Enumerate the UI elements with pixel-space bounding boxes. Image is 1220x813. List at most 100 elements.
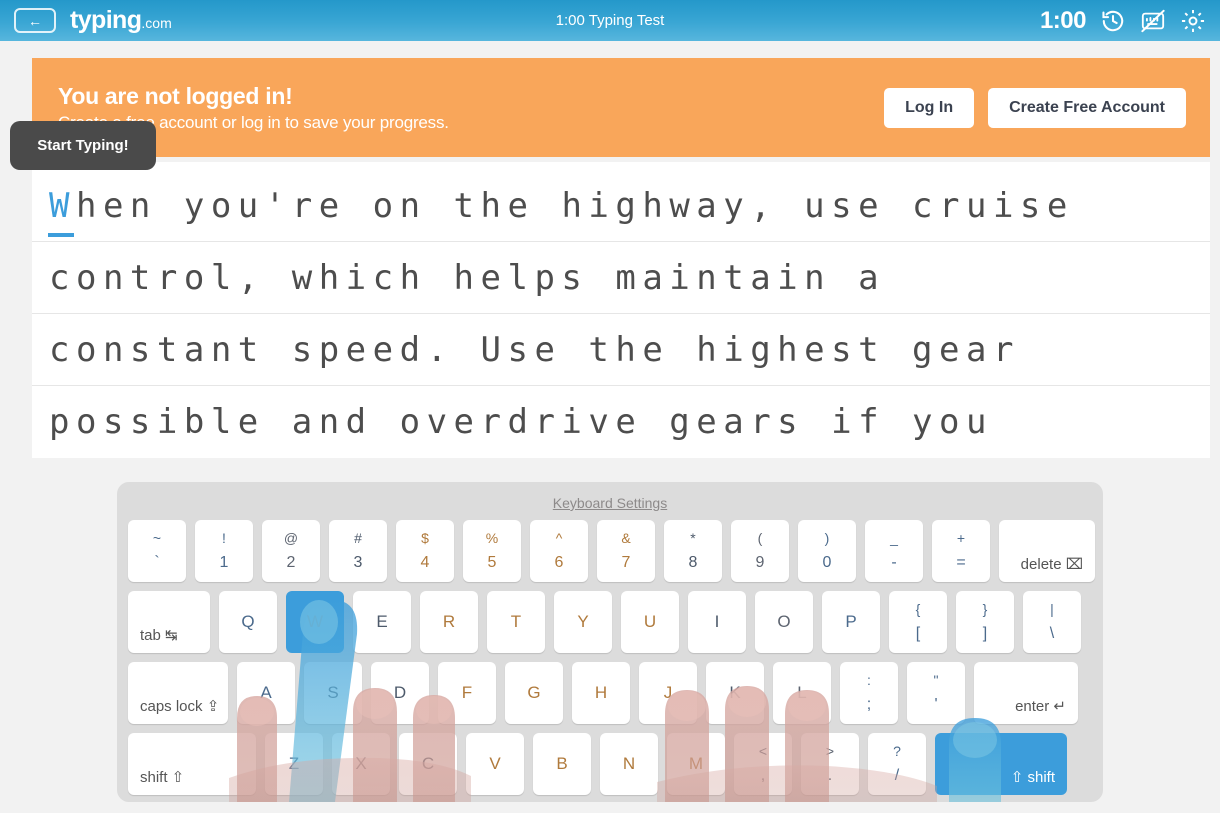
key-[interactable]: <,	[734, 733, 792, 795]
key-tab-label: tab ↹	[140, 627, 178, 644]
key-shift-left[interactable]: shift ⇧	[128, 733, 256, 795]
banner-actions: Log In Create Free Account	[884, 87, 1186, 128]
key-v[interactable]: V	[466, 733, 524, 795]
key-a[interactable]: A	[237, 662, 295, 724]
key-[interactable]: :;	[840, 662, 898, 724]
key-[interactable]: ? /	[868, 733, 926, 795]
key-top-label: &	[621, 530, 631, 546]
key-[interactable]: " '	[907, 662, 965, 724]
settings-icon[interactable]	[1180, 8, 1206, 34]
key-bottom-label: ;	[866, 696, 872, 713]
key-top-label: +	[956, 530, 966, 546]
key-k[interactable]: K	[706, 662, 764, 724]
key-bottom-label: ,	[760, 767, 766, 784]
key-6[interactable]: ^ 6	[530, 520, 588, 582]
key-r[interactable]: R	[420, 591, 478, 653]
key-m[interactable]: M	[667, 733, 725, 795]
key-[interactable]: >.	[801, 733, 859, 795]
key-x[interactable]: X	[332, 733, 390, 795]
key-g[interactable]: G	[505, 662, 563, 724]
history-icon[interactable]	[1100, 8, 1126, 34]
key-top-label: <	[758, 743, 768, 759]
key-label: K	[729, 683, 741, 702]
key-label: H	[594, 683, 608, 702]
key-b[interactable]: B	[533, 733, 591, 795]
key-top-label: %	[485, 530, 499, 546]
back-button[interactable]: ←	[14, 8, 56, 33]
key-[interactable]: | \	[1023, 591, 1081, 653]
typing-text-card[interactable]: When you're on the highway, use cruise c…	[32, 162, 1210, 458]
key-bottom-label: 5	[487, 554, 497, 571]
keyboard-row-bottom: shift ⇧ Z X C V B N M <, >.? / ⇧ shift	[117, 733, 1103, 802]
log-in-button[interactable]: Log In	[884, 87, 975, 128]
key-w[interactable]: W	[286, 591, 344, 653]
key-shift-left-label: shift ⇧	[140, 769, 185, 786]
key-z[interactable]: Z	[265, 733, 323, 795]
create-free-account-button[interactable]: Create Free Account	[988, 87, 1186, 128]
key-0[interactable]: ) 0	[798, 520, 856, 582]
key-[interactable]: {[	[889, 591, 947, 653]
keyboard-settings-link[interactable]: Keyboard Settings	[117, 490, 1103, 520]
key-t[interactable]: T	[487, 591, 545, 653]
key-top-label: $	[421, 530, 429, 546]
key-bottom-label: 8	[688, 554, 698, 571]
key-bottom-label: 1	[219, 554, 229, 571]
keyboard-row-numbers: ~ `! 1 @2 #3 $4% 5 ^ 6 & 7 * 8(9) 0 _ - + = delete ⌧	[117, 520, 1103, 591]
key-i[interactable]: I	[688, 591, 746, 653]
key-[interactable]: _ -	[865, 520, 923, 582]
key-d[interactable]: D	[371, 662, 429, 724]
key-bottom-label: 9	[755, 554, 765, 571]
key-f[interactable]: F	[438, 662, 496, 724]
key-bottom-label: 7	[621, 554, 631, 571]
key-3[interactable]: #3	[329, 520, 387, 582]
key-top-label: )	[824, 530, 830, 546]
key-4[interactable]: $4	[396, 520, 454, 582]
typing-line: When you're on the highway, use cruise	[32, 170, 1210, 242]
countdown-timer: 1:00	[1039, 6, 1087, 34]
key-o[interactable]: O	[755, 591, 813, 653]
key-label: J	[663, 683, 673, 702]
keyboard-off-icon[interactable]	[1140, 8, 1166, 34]
key-label: G	[527, 683, 541, 702]
key-h[interactable]: H	[572, 662, 630, 724]
key-delete[interactable]: delete ⌧	[999, 520, 1095, 582]
key-label: A	[260, 683, 272, 702]
key-8[interactable]: * 8	[664, 520, 722, 582]
key-label: W	[306, 612, 324, 631]
key-2[interactable]: @2	[262, 520, 320, 582]
key-tab[interactable]: tab ↹	[128, 591, 210, 653]
key-n[interactable]: N	[600, 733, 658, 795]
key-q[interactable]: Q	[219, 591, 277, 653]
key-5[interactable]: % 5	[463, 520, 521, 582]
key-7[interactable]: & 7	[597, 520, 655, 582]
typing-line: constant speed. Use the highest gear	[32, 314, 1210, 386]
key-e[interactable]: E	[353, 591, 411, 653]
key-s[interactable]: S	[304, 662, 362, 724]
key-caps-lock[interactable]: caps lock ⇪	[128, 662, 228, 724]
key-bottom-label: 6	[554, 554, 564, 571]
key-label: Z	[288, 754, 300, 773]
key-[interactable]: }]	[956, 591, 1014, 653]
key-label: B	[556, 754, 568, 773]
key-u[interactable]: U	[621, 591, 679, 653]
key-shift-right[interactable]: ⇧ shift	[935, 733, 1067, 795]
key-j[interactable]: J	[639, 662, 697, 724]
key-delete-label: delete ⌧	[1020, 556, 1083, 573]
key-label: N	[622, 754, 636, 773]
key-l[interactable]: L	[773, 662, 831, 724]
brand-suffix: .com	[141, 15, 172, 31]
key-shift-right-label: ⇧ shift	[1010, 769, 1055, 786]
key-c[interactable]: C	[399, 733, 457, 795]
key-enter[interactable]: enter ↵	[974, 662, 1078, 724]
key-bottom-label: 2	[286, 554, 296, 571]
brand-logo[interactable]: typing .com	[70, 8, 172, 33]
key-[interactable]: + =	[932, 520, 990, 582]
key-p[interactable]: P	[822, 591, 880, 653]
key-y[interactable]: Y	[554, 591, 612, 653]
key-[interactable]: ~ `	[128, 520, 186, 582]
key-label: U	[643, 612, 657, 631]
key-1[interactable]: ! 1	[195, 520, 253, 582]
key-9[interactable]: (9	[731, 520, 789, 582]
key-caps-lock-label: caps lock ⇪	[140, 698, 220, 715]
test-title-text: 1:00 Typing Test	[555, 12, 665, 29]
